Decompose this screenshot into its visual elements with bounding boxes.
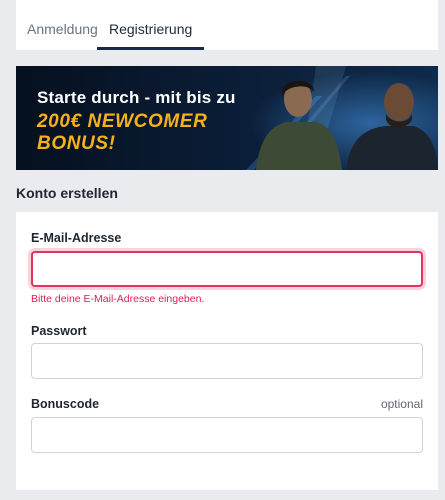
tab-anmeldung[interactable]: Anmeldung (27, 0, 98, 50)
banner-text: Starte durch - mit bis zu 200€ NEWCOMER … (37, 88, 236, 155)
password-field[interactable] (31, 343, 423, 379)
banner-headline: Starte durch - mit bis zu (37, 88, 236, 107)
tab-registrierung-label: Registrierung (109, 21, 193, 37)
tab-registrierung[interactable]: Registrierung (97, 0, 205, 50)
banner-bonus-word: BONUS! (37, 133, 116, 154)
bonuscode-optional-hint: optional (380, 397, 423, 411)
email-label: E-Mail-Adresse (31, 231, 122, 245)
banner-bonus-amount: 200€ NEWCOMER (37, 111, 208, 132)
auth-tabs: Anmeldung Registrierung (16, 0, 438, 50)
promo-banner[interactable]: Starte durch - mit bis zu 200€ NEWCOMER … (16, 66, 438, 170)
registration-form: E-Mail-Adresse Bitte deine E-Mail-Adress… (16, 212, 438, 490)
bonuscode-label: Bonuscode (31, 397, 100, 411)
password-label: Passwort (31, 324, 87, 338)
section-title: Konto erstellen (16, 185, 118, 201)
email-field[interactable] (31, 251, 423, 287)
bonuscode-field[interactable] (31, 417, 423, 453)
active-tab-indicator (97, 47, 205, 50)
email-error-message: Bitte deine E-Mail-Adresse eingeben. (31, 293, 205, 305)
